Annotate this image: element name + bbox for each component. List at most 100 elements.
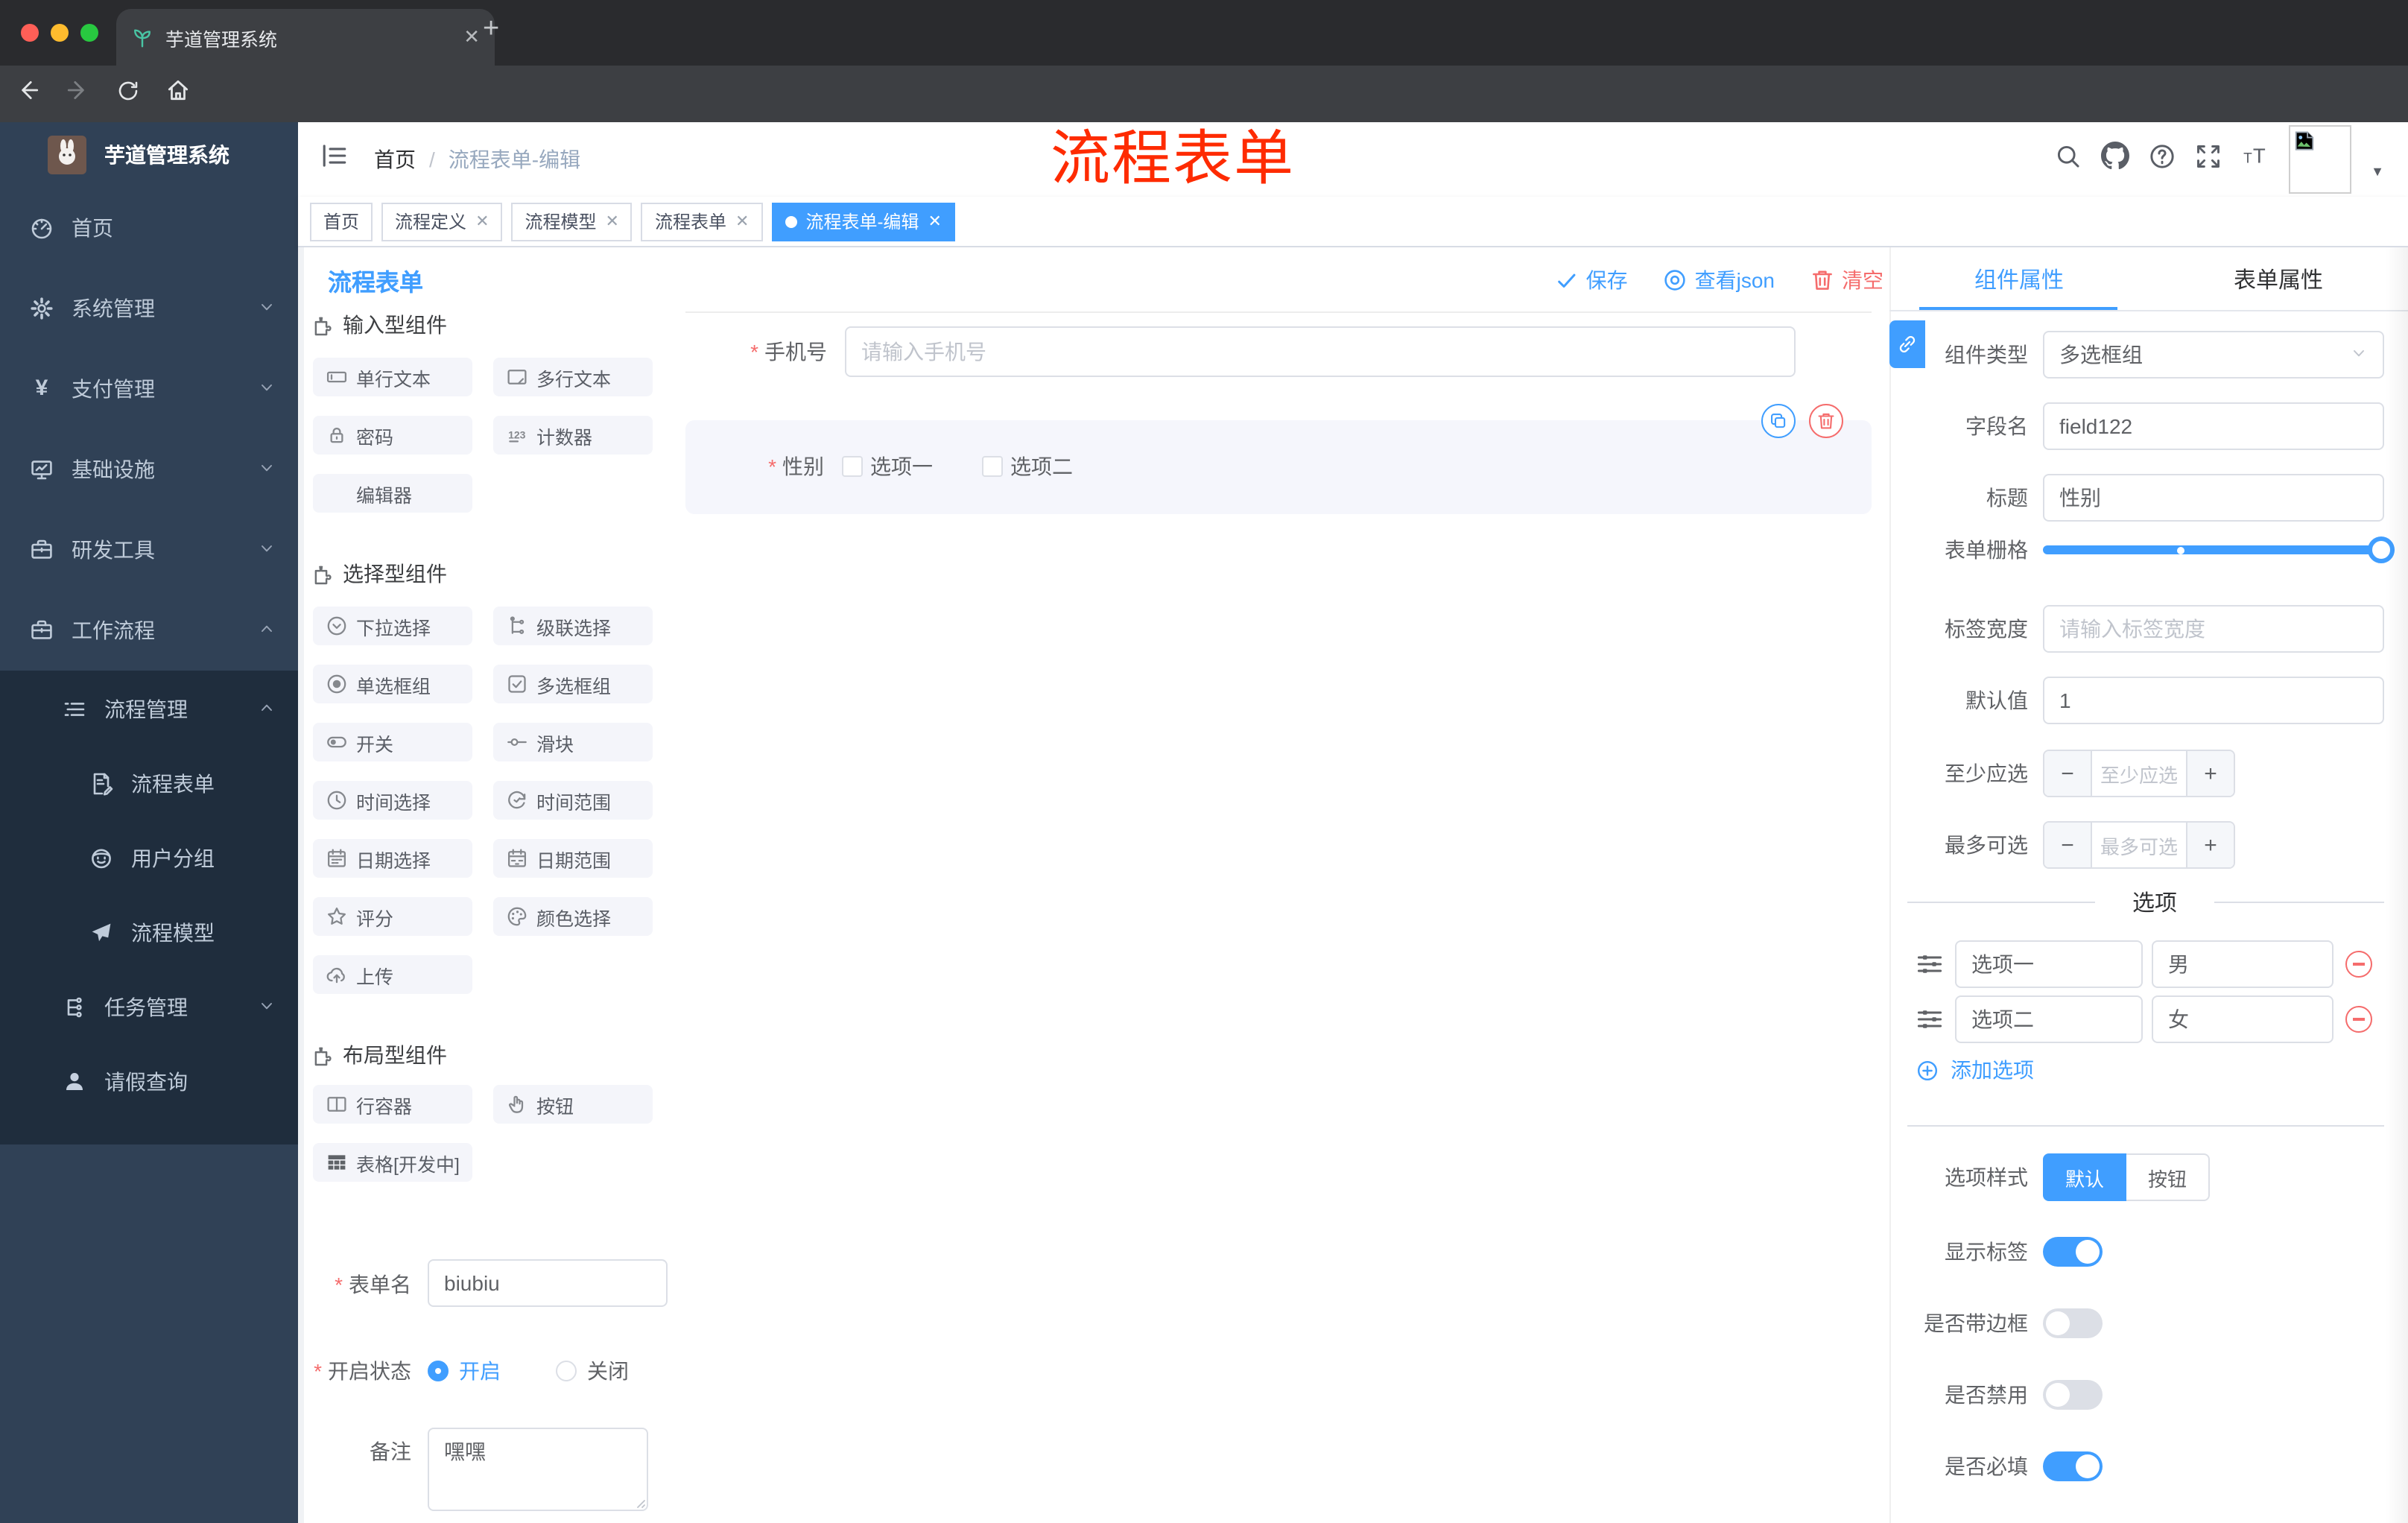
- new-tab-button[interactable]: +: [483, 13, 499, 46]
- avatar[interactable]: [2289, 125, 2352, 194]
- sidebar-item-process-form[interactable]: 流程表单: [0, 747, 298, 821]
- option1-label-input[interactable]: [1955, 940, 2143, 988]
- traffic-zoom-button[interactable]: [80, 24, 98, 42]
- tag-home[interactable]: 首页: [310, 202, 373, 241]
- canvas-selected-component[interactable]: [685, 420, 1872, 514]
- option2-value-input[interactable]: [2152, 995, 2333, 1043]
- gender-option1-checkbox[interactable]: [842, 456, 863, 477]
- with-border-toggle[interactable]: [2043, 1308, 2103, 1338]
- status-on-label[interactable]: 开启: [459, 1347, 501, 1395]
- component-editor[interactable]: 编辑器: [313, 474, 472, 513]
- component-button[interactable]: 按钮: [493, 1085, 653, 1124]
- tag-process-definition[interactable]: 流程定义 ✕: [381, 202, 503, 241]
- sidebar-item-home[interactable]: 首页: [0, 188, 298, 268]
- canvas-phone-input[interactable]: [845, 326, 1796, 377]
- decrease-button[interactable]: −: [2044, 751, 2092, 796]
- sidebar-item-user-group[interactable]: 用户分组: [0, 821, 298, 896]
- style-default-button[interactable]: 默认: [2043, 1153, 2126, 1201]
- traffic-close-button[interactable]: [21, 24, 39, 42]
- default-value-input[interactable]: [2043, 677, 2384, 724]
- component-rate[interactable]: 评分: [313, 897, 472, 936]
- sidebar-item-workflow[interactable]: 工作流程: [0, 590, 298, 671]
- gender-option2-checkbox[interactable]: [982, 456, 1003, 477]
- style-button-button[interactable]: 按钮: [2126, 1153, 2210, 1201]
- increase-button[interactable]: +: [2186, 823, 2234, 867]
- drag-handle-icon[interactable]: [1916, 1006, 1943, 1033]
- form-remark-textarea[interactable]: 嘿嘿: [428, 1428, 648, 1511]
- component-date-picker[interactable]: 日期选择: [313, 839, 472, 878]
- component-time-range[interactable]: 时间范围: [493, 781, 653, 820]
- component-cascader[interactable]: 级联选择: [493, 607, 653, 645]
- sidebar-item-infra[interactable]: 基础设施: [0, 429, 298, 510]
- tag-process-form-edit[interactable]: 流程表单-编辑 ✕: [771, 202, 955, 241]
- sidebar-item-process-model[interactable]: 流程模型: [0, 896, 298, 970]
- component-time-picker[interactable]: 时间选择: [313, 781, 472, 820]
- option2-label-input[interactable]: [1955, 995, 2143, 1043]
- component-checkbox-group[interactable]: 多选框组: [493, 665, 653, 703]
- increase-button[interactable]: +: [2186, 751, 2234, 796]
- forward-button[interactable]: [66, 77, 91, 110]
- label-width-input[interactable]: [2043, 605, 2384, 653]
- status-off-label[interactable]: 关闭: [587, 1347, 629, 1395]
- save-button[interactable]: 保存: [1556, 265, 1628, 295]
- reload-button[interactable]: [116, 78, 140, 110]
- form-name-input[interactable]: [428, 1259, 668, 1307]
- search-icon[interactable]: [2055, 142, 2082, 177]
- tab-close-icon[interactable]: ✕: [463, 25, 480, 49]
- home-button[interactable]: [165, 77, 191, 110]
- show-label-toggle[interactable]: [2043, 1237, 2103, 1267]
- gender-option2-label[interactable]: 选项二: [1010, 441, 1073, 492]
- sidebar-item-system[interactable]: 系统管理: [0, 268, 298, 349]
- status-off-radio[interactable]: [556, 1361, 577, 1381]
- component-single-line-text[interactable]: 单行文本: [313, 358, 472, 396]
- option1-value-input[interactable]: [2152, 940, 2333, 988]
- component-select[interactable]: 下拉选择: [313, 607, 472, 645]
- max-select-placeholder[interactable]: 最多可选: [2092, 823, 2186, 867]
- tag-close-icon[interactable]: ✕: [928, 212, 941, 231]
- sidebar-item-devtools[interactable]: 研发工具: [0, 510, 298, 590]
- tag-process-form[interactable]: 流程表单 ✕: [641, 202, 763, 241]
- view-json-button[interactable]: 查看json: [1664, 265, 1775, 295]
- sidebar-item-task-mgmt[interactable]: 任务管理: [0, 970, 298, 1045]
- copy-component-button[interactable]: [1761, 404, 1796, 438]
- component-slider[interactable]: 滑块: [493, 723, 653, 762]
- component-upload[interactable]: 上传: [313, 955, 472, 994]
- component-color-picker[interactable]: 颜色选择: [493, 897, 653, 936]
- component-password[interactable]: 密码: [313, 416, 472, 455]
- component-radio-group[interactable]: 单选框组: [313, 665, 472, 703]
- fullscreen-icon[interactable]: [2195, 142, 2222, 177]
- tag-close-icon[interactable]: ✕: [475, 212, 489, 231]
- avatar-caret-icon[interactable]: ▼: [2371, 164, 2384, 179]
- grid-slider-track[interactable]: [2043, 545, 2395, 554]
- sidebar-item-payment[interactable]: ¥ 支付管理: [0, 349, 298, 429]
- remove-option2-button[interactable]: [2345, 1006, 2372, 1033]
- component-table[interactable]: 表格[开发中]: [313, 1143, 472, 1182]
- remove-option1-button[interactable]: [2345, 951, 2372, 978]
- component-date-range[interactable]: 日期范围: [493, 839, 653, 878]
- tag-process-model[interactable]: 流程模型 ✕: [511, 202, 633, 241]
- required-toggle[interactable]: [2043, 1451, 2103, 1481]
- tab-component-props[interactable]: 组件属性: [1889, 247, 2149, 311]
- textarea-resize-icon[interactable]: [629, 1492, 647, 1510]
- hamburger-icon[interactable]: [320, 142, 349, 177]
- github-icon[interactable]: [2101, 142, 2129, 177]
- sidebar-item-process-mgmt[interactable]: 流程管理: [0, 671, 298, 747]
- font-size-icon[interactable]: [2241, 143, 2269, 176]
- sidebar-item-leave-query[interactable]: 请假查询: [0, 1045, 298, 1119]
- decrease-button[interactable]: −: [2044, 823, 2092, 867]
- component-type-select[interactable]: 多选框组: [2043, 331, 2384, 379]
- drag-handle-icon[interactable]: [1916, 951, 1943, 978]
- add-option-button[interactable]: 添加选项: [1916, 1055, 2034, 1085]
- tag-close-icon[interactable]: ✕: [606, 212, 619, 231]
- component-switch[interactable]: 开关: [313, 723, 472, 762]
- component-row-container[interactable]: 行容器: [313, 1085, 472, 1124]
- traffic-minimize-button[interactable]: [51, 24, 69, 42]
- tab-form-props[interactable]: 表单属性: [2149, 247, 2408, 311]
- back-button[interactable]: [15, 77, 40, 110]
- browser-tab[interactable]: 芋道管理系统 ✕: [116, 9, 495, 66]
- tag-close-icon[interactable]: ✕: [735, 212, 749, 231]
- sidebar-logo[interactable]: 芋道管理系统: [0, 122, 298, 188]
- field-name-input[interactable]: [2043, 402, 2384, 450]
- status-on-radio[interactable]: [428, 1361, 449, 1381]
- title-input[interactable]: [2043, 474, 2384, 522]
